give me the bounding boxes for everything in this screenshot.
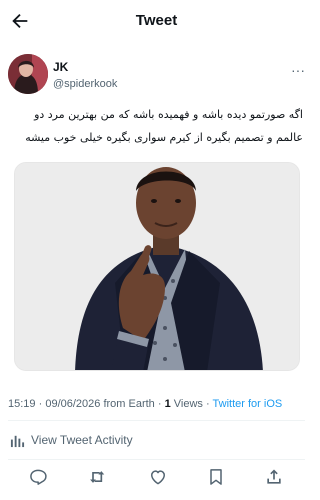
more-button[interactable]: ··· xyxy=(291,62,305,78)
meta-separator: · xyxy=(157,398,162,410)
tweet-meta: 15:19 · 09/06/2026 from Earth · 1 Views … xyxy=(8,398,282,410)
heart-icon xyxy=(151,470,165,485)
more-icon: ··· xyxy=(291,62,305,78)
page-title: Tweet xyxy=(135,12,178,29)
tweet-actions xyxy=(0,467,313,491)
share-button[interactable] xyxy=(264,467,284,487)
reply-icon xyxy=(30,469,47,485)
tweet-text: اگه صورتمو دیده باشه و فهمیده باشه که من… xyxy=(25,108,303,144)
source-link[interactable]: Twitter for iOS xyxy=(213,398,283,410)
views-count: 1 xyxy=(164,398,171,410)
bookmark-icon xyxy=(210,469,222,485)
divider xyxy=(8,420,305,421)
avatar[interactable] xyxy=(8,54,48,94)
retweet-icon xyxy=(90,471,105,483)
meta-separator: · xyxy=(38,398,43,410)
bookmark-button[interactable] xyxy=(206,467,226,487)
retweet-button[interactable] xyxy=(88,467,108,487)
views-label: Views xyxy=(173,398,203,410)
author-name[interactable]: JK xyxy=(53,60,68,74)
reply-button[interactable] xyxy=(28,467,48,487)
tweet-author: JK @spiderkook ··· xyxy=(8,54,305,96)
top-bar: Tweet xyxy=(0,0,313,42)
tweet-time: 15:19 xyxy=(8,398,36,410)
tweet-date: 09/06/2026 from Earth xyxy=(45,398,155,410)
view-tweet-activity-label: View Tweet Activity xyxy=(31,433,133,447)
divider xyxy=(8,459,305,460)
share-icon xyxy=(267,469,281,484)
meta-separator: · xyxy=(206,398,210,410)
bar-chart-icon xyxy=(10,435,25,447)
like-button[interactable] xyxy=(148,467,168,487)
view-tweet-activity-button[interactable]: View Tweet Activity xyxy=(10,429,133,451)
tweet-image[interactable] xyxy=(14,162,300,371)
author-handle[interactable]: @spiderkook xyxy=(53,78,117,90)
